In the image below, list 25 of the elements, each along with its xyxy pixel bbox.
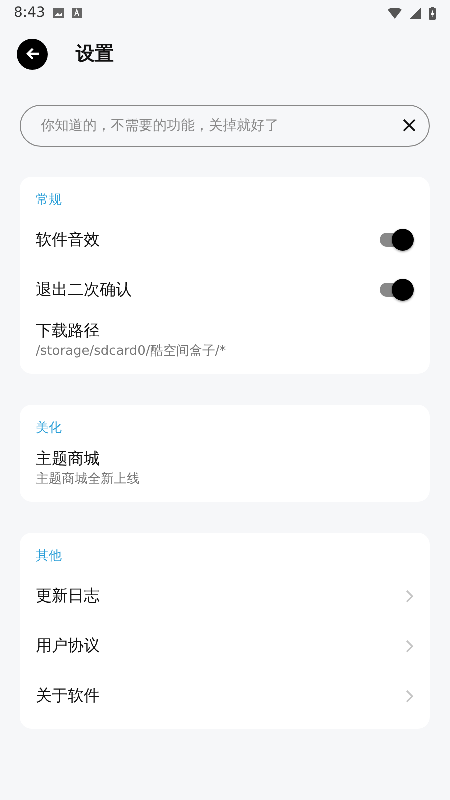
section-title: 常规 [36, 192, 63, 209]
font-icon [72, 8, 82, 18]
setting-item[interactable]: 主题商城 主题商城全新上线 [36, 443, 414, 494]
setting-subtitle: 主题商城全新上线 [36, 471, 141, 488]
image-icon [53, 8, 64, 18]
setting-label: 下载路径 [36, 321, 101, 342]
page-title: 设置 [76, 42, 114, 67]
setting-label: 用户协议 [36, 636, 100, 656]
setting-label: 退出二次确认 [36, 280, 132, 300]
signal-icon [410, 8, 421, 18]
setting-label: 关于软件 [36, 686, 100, 706]
battery-icon [429, 6, 436, 20]
setting-subtitle: /storage/sdcard0/酷空间盒子/* [36, 343, 228, 360]
wifi-icon [388, 8, 402, 18]
setting-item[interactable]: 下载路径 /storage/sdcard0/酷空间盒子/* [36, 315, 414, 366]
arrow-left-icon [24, 46, 40, 62]
setting-label: 软件音效 [36, 230, 100, 250]
status-time: 8:43 [14, 5, 46, 21]
search-field[interactable]: 你知道的，不需要的功能，关掉就好了 [20, 105, 430, 147]
setting-label: 主题商城 [36, 449, 101, 470]
back-button[interactable] [17, 38, 48, 70]
section-title: 其他 [36, 548, 63, 565]
close-icon[interactable] [403, 119, 416, 132]
setting-label: 更新日志 [36, 586, 100, 606]
section-title: 美化 [36, 420, 63, 437]
